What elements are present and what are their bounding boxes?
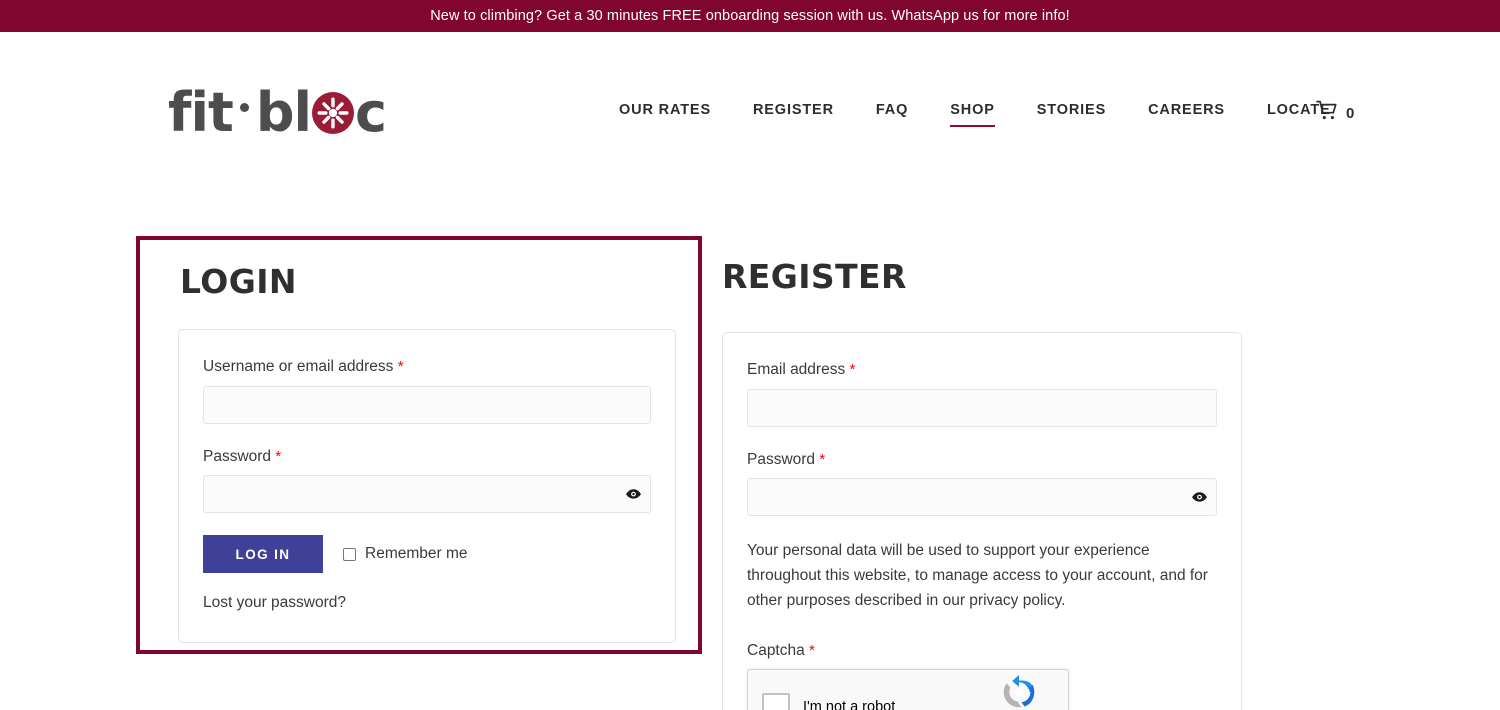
register-password-eye-icon[interactable] — [1191, 491, 1208, 503]
remember-me-control[interactable]: Remember me — [343, 545, 468, 563]
promo-banner: New to climbing? Get a 30 minutes FREE o… — [0, 0, 1500, 32]
login-password-input[interactable] — [203, 475, 651, 513]
register-password-label-text: Password — [747, 451, 815, 468]
login-actions-row: LOG IN Remember me — [203, 535, 651, 573]
register-panel: REGISTER Email address * Password * — [722, 243, 1242, 710]
register-password-required-marker: * — [819, 451, 825, 468]
login-field-spacer — [203, 424, 651, 448]
nav-item-register[interactable]: REGISTER — [732, 102, 855, 118]
lost-password-link[interactable]: Lost your password? — [203, 594, 346, 612]
captcha-field-label: Captcha * — [747, 642, 1217, 661]
login-password-label-text: Password — [203, 448, 271, 465]
username-field-label: Username or email address * — [203, 358, 651, 377]
recaptcha-logo-icon — [1002, 675, 1036, 710]
username-required-marker: * — [398, 358, 404, 375]
register-password-input[interactable] — [747, 478, 1217, 516]
nav-item-stories[interactable]: STORIES — [1016, 102, 1127, 118]
promo-banner-text: New to climbing? Get a 30 minutes FREE o… — [430, 8, 1070, 24]
login-form-card: Username or email address * Password * — [178, 329, 676, 643]
email-label-text: Email address — [747, 361, 845, 378]
remember-me-checkbox[interactable] — [343, 548, 356, 561]
email-required-marker: * — [850, 361, 856, 378]
login-password-required-marker: * — [275, 448, 281, 465]
login-password-field-label: Password * — [203, 448, 651, 467]
register-password-field-label: Password * — [747, 451, 1217, 470]
captcha-label-text: Captcha — [747, 642, 805, 659]
login-password-eye-icon[interactable] — [625, 488, 642, 500]
captcha-required-marker: * — [809, 642, 815, 659]
logo-separator-dot — [240, 103, 249, 112]
username-label-text: Username or email address — [203, 358, 393, 375]
remember-me-label: Remember me — [365, 545, 468, 563]
recaptcha-checkbox[interactable] — [762, 693, 790, 710]
login-panel: LOGIN Username or email address * Passwo… — [136, 236, 702, 654]
main-content: LOGIN Username or email address * Passwo… — [0, 118, 1500, 710]
username-input[interactable] — [203, 386, 651, 424]
site-header: fit bl c OUR RATES REGISTER — [0, 32, 1500, 118]
register-field-spacer — [747, 427, 1217, 451]
nav-item-faq[interactable]: FAQ — [855, 102, 929, 118]
username-input-wrapper — [203, 386, 651, 424]
nav-item-our-rates[interactable]: OUR RATES — [598, 102, 732, 118]
register-password-input-wrapper — [747, 478, 1217, 516]
email-input-wrapper — [747, 389, 1217, 427]
email-input[interactable] — [747, 389, 1217, 427]
log-in-button[interactable]: LOG IN — [203, 535, 323, 573]
main-navigation: OUR RATES REGISTER FAQ SHOP STORIES CARE… — [598, 102, 1352, 118]
recaptcha-widget[interactable]: I'm not a robot reCAPTCHA Privacy - Term… — [747, 669, 1069, 710]
recaptcha-branding: reCAPTCHA Privacy - Terms — [982, 675, 1056, 710]
nav-item-shop[interactable]: SHOP — [929, 102, 1016, 118]
email-field-label: Email address * — [747, 361, 1217, 380]
privacy-policy-text: Your personal data will be used to suppo… — [747, 538, 1217, 613]
login-heading: LOGIN — [180, 262, 680, 301]
register-form-card: Email address * Password * — [722, 332, 1242, 710]
login-password-input-wrapper — [203, 475, 651, 513]
nav-item-careers[interactable]: CAREERS — [1127, 102, 1246, 118]
register-heading: REGISTER — [722, 257, 1242, 296]
recaptcha-checkbox-label: I'm not a robot — [803, 699, 982, 710]
